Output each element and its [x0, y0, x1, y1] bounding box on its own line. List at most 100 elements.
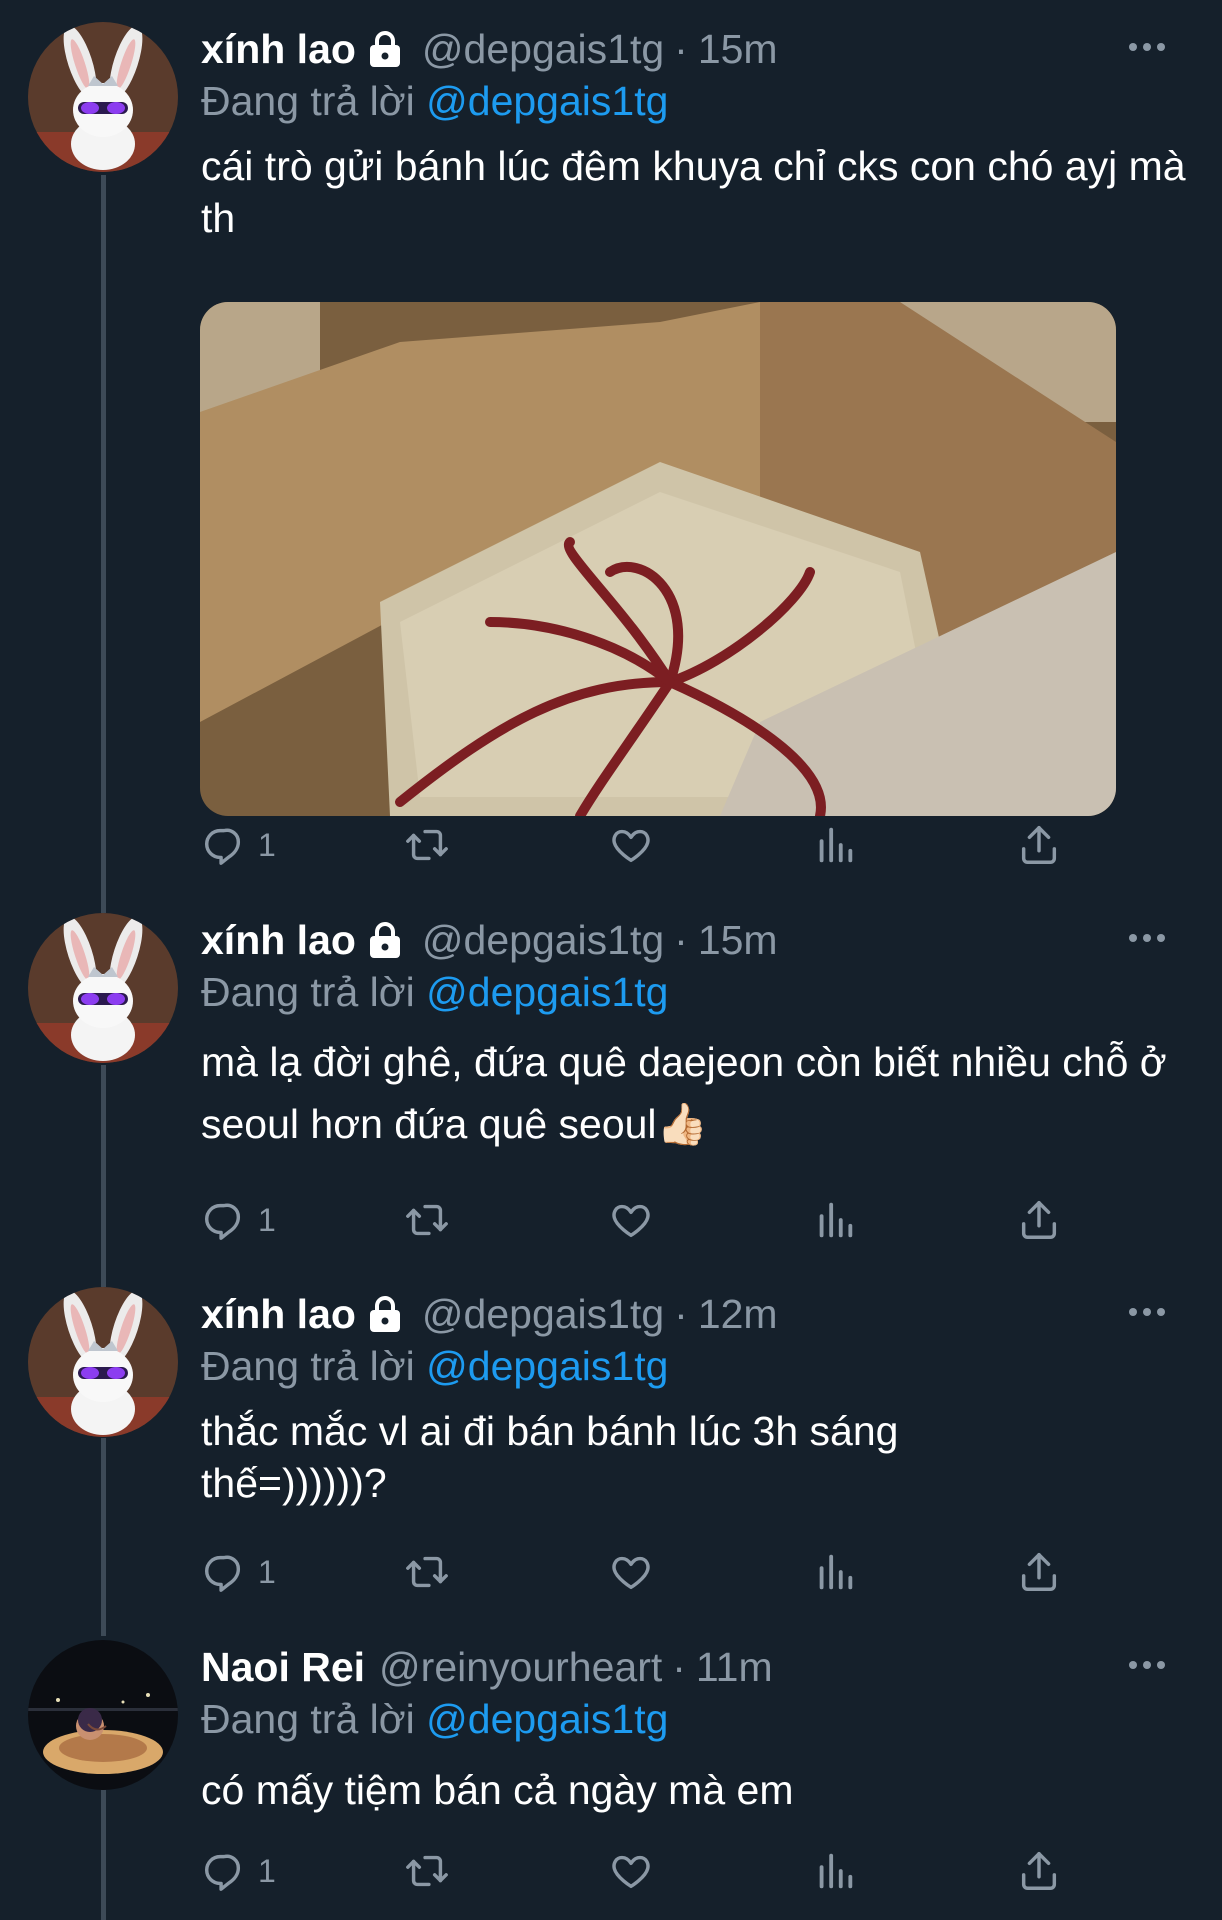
- avatar[interactable]: [28, 22, 178, 172]
- tweet-image[interactable]: [200, 302, 1116, 816]
- views-button[interactable]: [812, 817, 858, 873]
- more-icon[interactable]: [1112, 32, 1182, 62]
- retweet-button[interactable]: [404, 817, 450, 873]
- share-button[interactable]: [1016, 1192, 1062, 1248]
- more-icon[interactable]: [1112, 923, 1182, 953]
- tweet-actions: 1: [200, 1192, 1100, 1248]
- replying-to: Đang trả lời @depgais1tg: [201, 76, 668, 126]
- views-icon: [819, 827, 853, 863]
- display-name[interactable]: xính lao: [201, 1289, 356, 1339]
- tweet-text: mà lạ đời ghê, đứa quê daejeon còn biết …: [201, 1039, 1167, 1147]
- replying-label: Đang trả lời: [201, 969, 415, 1015]
- tweet-header: xính lao @depgais1tg · 12m: [201, 1289, 778, 1339]
- share-icon: [1021, 1852, 1057, 1890]
- reply-button[interactable]: 1: [200, 1192, 276, 1248]
- lock-icon: [366, 1294, 404, 1334]
- share-button[interactable]: [1016, 1544, 1062, 1600]
- reply-icon: [204, 828, 241, 865]
- timestamp[interactable]: 15m: [698, 915, 778, 965]
- display-name[interactable]: xính lao: [201, 915, 356, 965]
- views-button[interactable]: [812, 1544, 858, 1600]
- reply-button[interactable]: 1: [200, 1843, 276, 1899]
- separator-dot: ·: [674, 26, 688, 72]
- like-icon: [612, 1855, 650, 1889]
- like-icon: [612, 1556, 650, 1590]
- avatar[interactable]: [28, 1640, 178, 1790]
- timestamp[interactable]: 11m: [696, 1642, 773, 1692]
- views-icon: [819, 1202, 853, 1238]
- share-icon: [1021, 1201, 1057, 1239]
- reply-icon: [204, 1555, 241, 1592]
- reply-mention[interactable]: @depgais1tg: [426, 969, 668, 1015]
- retweet-icon: [406, 1556, 448, 1588]
- replying-label: Đang trả lời: [201, 78, 415, 124]
- replying-label: Đang trả lời: [201, 1696, 415, 1742]
- more-icon[interactable]: [1112, 1650, 1182, 1680]
- timestamp[interactable]: 12m: [698, 1289, 778, 1339]
- reply-mention[interactable]: @depgais1tg: [426, 1696, 668, 1742]
- display-name[interactable]: Naoi Rei: [201, 1642, 365, 1692]
- reply-count: 1: [258, 1553, 276, 1590]
- tweet-text: thắc mắc vl ai đi bán bánh lúc 3h sáng t…: [201, 1408, 899, 1506]
- replying-to: Đang trả lời @depgais1tg: [201, 1341, 668, 1391]
- timestamp[interactable]: 15m: [698, 24, 778, 74]
- retweet-icon: [406, 1204, 448, 1236]
- separator-dot: ·: [672, 1644, 686, 1690]
- reply-icon: [204, 1203, 241, 1240]
- share-icon: [1021, 1553, 1057, 1591]
- tweet-text: cái trò gửi bánh lúc đêm khuya chỉ cks c…: [201, 143, 1186, 241]
- tweet[interactable]: xính lao @depgais1tg · 15m Đang trả lời …: [0, 913, 1222, 1243]
- views-icon: [819, 1554, 853, 1590]
- reply-mention[interactable]: @depgais1tg: [426, 78, 668, 124]
- like-button[interactable]: [608, 817, 654, 873]
- tweet[interactable]: Naoi Rei @reinyourheart · 11m Đang trả l…: [0, 1640, 1222, 1920]
- retweet-button[interactable]: [404, 1544, 450, 1600]
- like-button[interactable]: [608, 1544, 654, 1600]
- tweet-actions: 1: [200, 817, 1100, 873]
- like-button[interactable]: [608, 1192, 654, 1248]
- separator-dot: ·: [674, 917, 688, 963]
- tweet[interactable]: xính lao @depgais1tg · 15m Đang trả lời …: [0, 22, 1222, 865]
- user-handle[interactable]: @depgais1tg: [422, 915, 664, 965]
- lock-icon: [366, 29, 404, 69]
- lock-icon: [366, 920, 404, 960]
- reply-count: 1: [258, 1852, 276, 1889]
- user-handle[interactable]: @depgais1tg: [422, 24, 664, 74]
- views-button[interactable]: [812, 1192, 858, 1248]
- replying-label: Đang trả lời: [201, 1343, 415, 1389]
- retweet-icon: [406, 829, 448, 861]
- tweet-actions: 1: [200, 1843, 1100, 1899]
- reply-button[interactable]: 1: [200, 817, 276, 873]
- user-handle[interactable]: @depgais1tg: [422, 1289, 664, 1339]
- retweet-button[interactable]: [404, 1192, 450, 1248]
- more-icon[interactable]: [1112, 1297, 1182, 1327]
- like-icon: [612, 1204, 650, 1238]
- reply-icon: [204, 1854, 241, 1891]
- avatar[interactable]: [28, 913, 178, 1063]
- reply-count: 1: [258, 1201, 276, 1238]
- like-icon: [612, 829, 650, 863]
- reply-mention[interactable]: @depgais1tg: [426, 1343, 668, 1389]
- like-button[interactable]: [608, 1843, 654, 1899]
- user-handle[interactable]: @reinyourheart: [379, 1642, 662, 1692]
- tweet-actions: 1: [200, 1544, 1100, 1600]
- tweet-header: Naoi Rei @reinyourheart · 11m: [201, 1642, 773, 1692]
- share-icon: [1021, 826, 1057, 864]
- reply-button[interactable]: 1: [200, 1544, 276, 1600]
- views-button[interactable]: [812, 1843, 858, 1899]
- retweet-button[interactable]: [404, 1843, 450, 1899]
- views-icon: [819, 1853, 853, 1889]
- tweet[interactable]: xính lao @depgais1tg · 12m Đang trả lời …: [0, 1287, 1222, 1607]
- share-button[interactable]: [1016, 1843, 1062, 1899]
- retweet-icon: [406, 1855, 448, 1887]
- replying-to: Đang trả lời @depgais1tg: [201, 967, 668, 1017]
- tweet-text: có mấy tiệm bán cả ngày mà em: [201, 1767, 794, 1813]
- replying-to: Đang trả lời @depgais1tg: [201, 1694, 668, 1744]
- display-name[interactable]: xính lao: [201, 24, 356, 74]
- separator-dot: ·: [674, 1291, 688, 1337]
- avatar[interactable]: [28, 1287, 178, 1437]
- share-button[interactable]: [1016, 817, 1062, 873]
- tweet-header: xính lao @depgais1tg · 15m: [201, 915, 778, 965]
- reply-count: 1: [258, 826, 276, 863]
- tweet-header: xính lao @depgais1tg · 15m: [201, 24, 778, 74]
